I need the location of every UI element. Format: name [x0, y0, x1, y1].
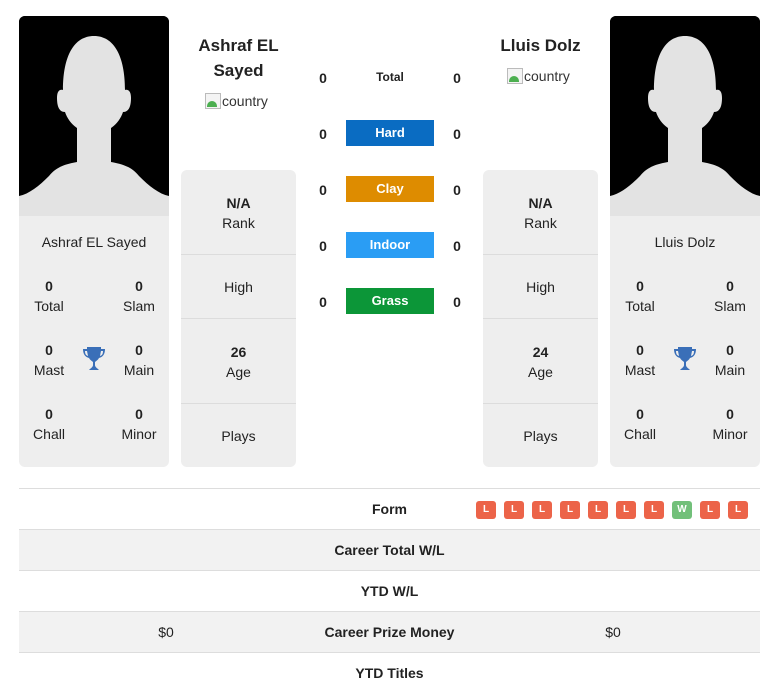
stat-chall: 0 Chall: [33, 406, 65, 442]
stat-slam: 0 Slam: [714, 278, 746, 314]
form-result-badge[interactable]: L: [532, 501, 552, 519]
surface-row-grass: 0 Grass 0: [300, 288, 480, 316]
row-label: YTD W/L: [360, 583, 419, 599]
form-result-badge[interactable]: L: [588, 501, 608, 519]
player-card-name: Lluis Dolz: [654, 234, 716, 250]
row-form: Form LLLLLLLWLL: [19, 488, 760, 529]
country-flag-right: country: [507, 68, 570, 84]
info-plays: Plays: [221, 428, 256, 444]
stat-total: 0 Total: [625, 278, 655, 314]
country-flag-left: country: [205, 93, 268, 109]
form-result-badge[interactable]: W: [672, 501, 692, 519]
info-age: 26 Age: [226, 343, 251, 380]
surface-badge-indoor: Indoor: [346, 232, 434, 258]
form-result-badge[interactable]: L: [644, 501, 664, 519]
trophy-icon: [83, 347, 105, 370]
broken-image-icon: [205, 93, 221, 109]
form-result-badge[interactable]: L: [700, 501, 720, 519]
surface-badge-total: Total: [376, 70, 404, 84]
silhouette-icon: [19, 16, 169, 216]
form-badges: LLLLLLLWLL: [476, 501, 748, 519]
silhouette-icon: [610, 16, 760, 216]
player-name-left[interactable]: Ashraf EL Sayed: [181, 33, 296, 83]
player-info-left: N/A Rank High 26 Age Plays: [181, 170, 296, 467]
surface-row-hard: 0 Hard 0: [300, 120, 480, 148]
row-ytd-wl: YTD W/L: [19, 570, 760, 611]
info-plays: Plays: [523, 428, 558, 444]
row-career-total-wl: Career Total W/L: [19, 529, 760, 570]
stat-chall: 0 Chall: [624, 406, 656, 442]
stat-minor: 0 Minor: [712, 406, 748, 442]
stat-mast: 0 Mast: [624, 342, 656, 378]
info-high: High: [224, 279, 253, 295]
surface-row-indoor: 0 Indoor 0: [300, 232, 480, 260]
form-result-badge[interactable]: L: [616, 501, 636, 519]
player-name-right[interactable]: Lluis Dolz: [483, 33, 598, 58]
surface-row-total: 0 Total 0: [300, 64, 480, 92]
info-rank: N/A Rank: [524, 194, 557, 231]
row-ytd-titles: YTD Titles: [19, 652, 760, 693]
form-result-badge[interactable]: L: [728, 501, 748, 519]
trophy-icon: [674, 347, 696, 370]
player-card-left: Ashraf EL Sayed 0 Total 0 Slam 0 Mast 0 …: [19, 216, 169, 467]
info-rank: N/A Rank: [222, 194, 255, 231]
surface-badge-clay: Clay: [346, 176, 434, 202]
player-card-name: Ashraf EL Sayed: [41, 234, 147, 250]
surface-badge-grass: Grass: [346, 288, 434, 314]
row-label: YTD Titles: [355, 665, 424, 681]
player-info-right: N/A Rank High 24 Age Plays: [483, 170, 598, 467]
surface-row-clay: 0 Clay 0: [300, 176, 480, 204]
surface-badge-hard: Hard: [346, 120, 434, 146]
player-photo-right: [610, 16, 760, 216]
row-label: Career Total W/L: [334, 542, 445, 558]
stat-mast: 0 Mast: [33, 342, 65, 378]
stat-main: 0 Main: [714, 342, 746, 378]
player-card-right: Lluis Dolz 0 Total 0 Slam 0 Mast 0 Main …: [610, 216, 760, 467]
stat-slam: 0 Slam: [123, 278, 155, 314]
broken-image-icon: [507, 68, 523, 84]
stat-main: 0 Main: [123, 342, 155, 378]
info-high: High: [526, 279, 555, 295]
stat-minor: 0 Minor: [121, 406, 157, 442]
form-result-badge[interactable]: L: [504, 501, 524, 519]
form-result-badge[interactable]: L: [476, 501, 496, 519]
comparison-table: Form LLLLLLLWLL Career Total W/L YTD W/L…: [19, 488, 760, 693]
row-career-prize-money: $0 Career Prize Money $0: [19, 611, 760, 652]
player-photo-left: [19, 16, 169, 216]
form-result-badge[interactable]: L: [560, 501, 580, 519]
info-age: 24 Age: [528, 343, 553, 380]
stat-total: 0 Total: [34, 278, 64, 314]
prize-money-right: $0: [605, 624, 621, 640]
